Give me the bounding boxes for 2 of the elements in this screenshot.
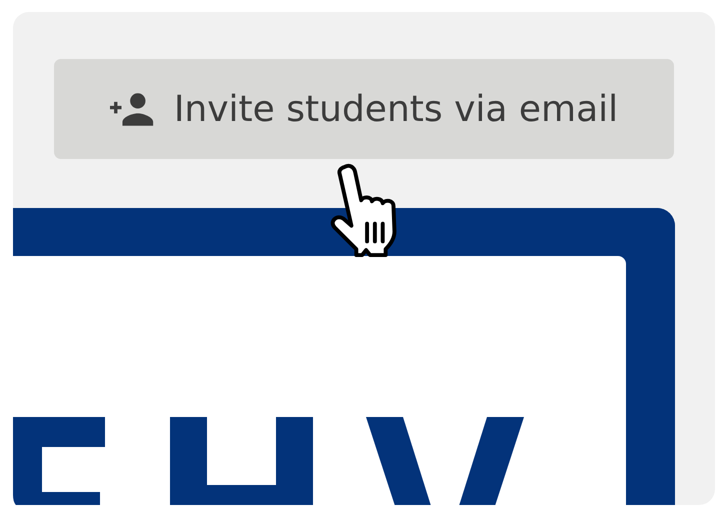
- invite-button[interactable]: Invite students via email: [54, 59, 674, 159]
- add-person-icon: [110, 92, 156, 126]
